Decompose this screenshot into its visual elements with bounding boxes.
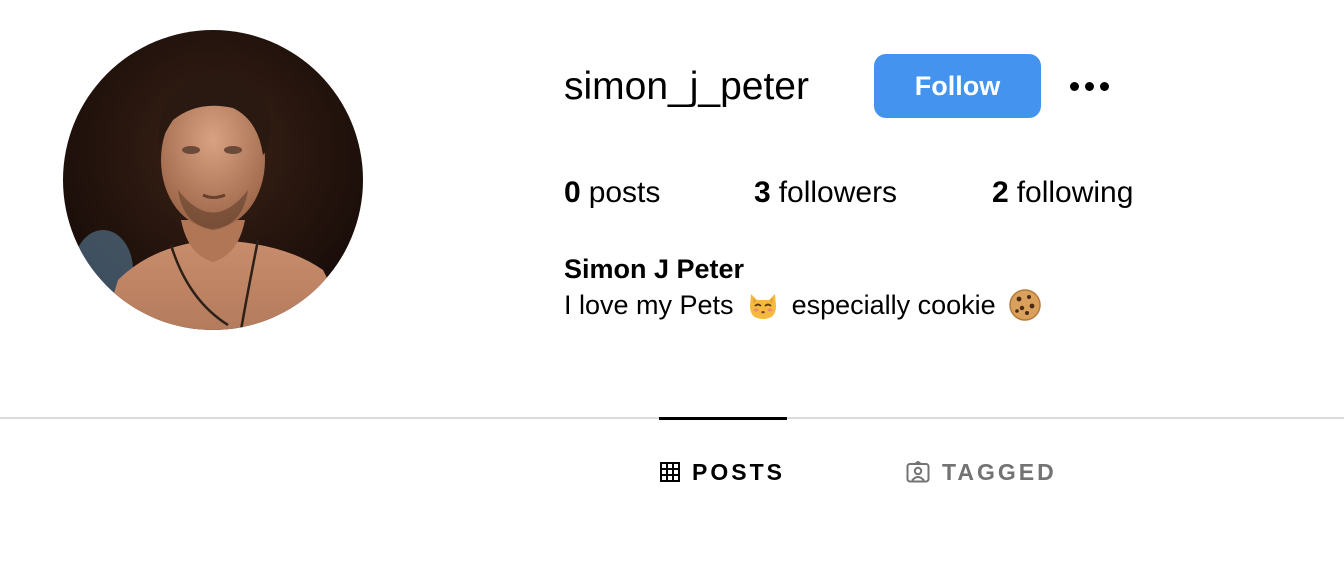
stat-posts: 0 posts xyxy=(564,173,754,213)
cookie-emoji-icon xyxy=(1008,288,1042,322)
bio-text-part1: I love my Pets xyxy=(564,290,734,320)
tab-posts-label: POSTS xyxy=(692,458,785,485)
tab-posts[interactable]: POSTS xyxy=(660,456,785,488)
follow-button[interactable]: Follow xyxy=(874,54,1041,118)
tab-tagged[interactable]: TAGGED xyxy=(906,456,1057,488)
following-label: following xyxy=(1016,176,1134,209)
profile-full-name: Simon J Peter xyxy=(564,254,745,284)
bio-text-part2: especially cookie xyxy=(791,290,996,320)
posts-count: 0 xyxy=(564,176,581,209)
more-options-icon[interactable] xyxy=(1062,70,1116,102)
grid-icon xyxy=(660,462,680,482)
tab-tagged-label: TAGGED xyxy=(942,458,1057,485)
active-tab-indicator xyxy=(659,417,787,420)
profile-bio: I love my Pets especially cookie xyxy=(564,287,1054,323)
tagged-icon xyxy=(906,461,930,483)
more-dot xyxy=(1069,81,1079,91)
posts-label: posts xyxy=(588,176,661,209)
stat-following[interactable]: 2 following xyxy=(992,173,1133,213)
stat-followers[interactable]: 3 followers xyxy=(754,173,992,213)
followers-count: 3 xyxy=(754,176,771,209)
profile-avatar[interactable] xyxy=(63,30,363,330)
profile-stats: 0 posts 3 followers 2 following xyxy=(564,173,1133,213)
following-count: 2 xyxy=(992,176,1009,209)
avatar-image xyxy=(63,30,363,330)
profile-username: simon_j_peter xyxy=(564,65,809,108)
profile-page: simon_j_peter Follow 0 posts 3 followers… xyxy=(0,0,1344,574)
followers-label: followers xyxy=(778,176,898,209)
kissing-cat-emoji-icon xyxy=(746,288,780,322)
more-dot xyxy=(1099,81,1109,91)
more-dot xyxy=(1084,81,1094,91)
